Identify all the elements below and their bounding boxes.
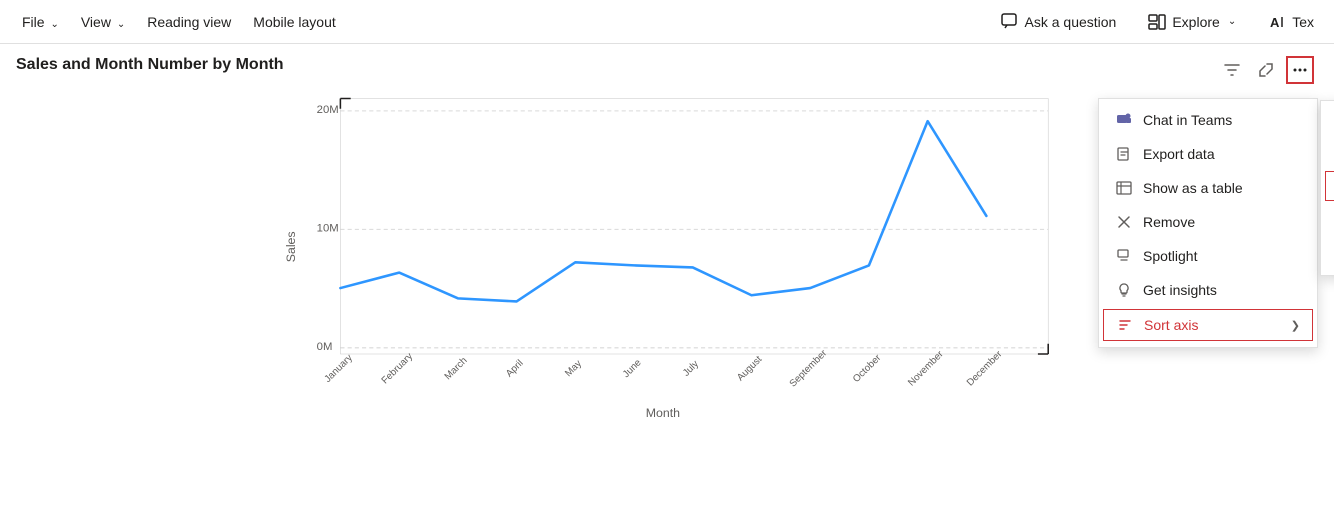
submenu: Month Sales ✓ Month Number Sort descendi… [1320, 100, 1334, 276]
svg-text:February: February [380, 351, 415, 386]
topbar-left: File ⌄ View ⌄ Reading view Mobile layout [12, 10, 989, 34]
filter-icon-button[interactable] [1218, 56, 1246, 84]
svg-text:July: July [681, 359, 701, 379]
submenu-item-month[interactable]: Month [1321, 105, 1334, 137]
menu-view[interactable]: View ⌄ [71, 10, 135, 34]
svg-text:December: December [965, 348, 1005, 388]
ask-question-label: Ask a question [1025, 14, 1117, 30]
submenu-item-sort-desc[interactable]: Sort descending [1321, 203, 1334, 237]
table-icon [1115, 179, 1133, 197]
export-icon [1115, 145, 1133, 163]
expand-icon-button[interactable] [1252, 56, 1280, 84]
svg-text:May: May [563, 358, 584, 379]
svg-text:20M: 20M [317, 104, 339, 116]
topbar: File ⌄ View ⌄ Reading view Mobile layout… [0, 0, 1334, 44]
ask-question-button[interactable]: Ask a question [993, 9, 1125, 35]
menu-item-table[interactable]: Show as a table [1099, 171, 1317, 205]
topbar-right: Ask a question Explore ⌄ A Tex [993, 9, 1323, 35]
menu-table-label: Show as a table [1143, 180, 1301, 196]
menu-mobile-layout[interactable]: Mobile layout [243, 10, 346, 34]
svg-text:September: September [788, 347, 830, 389]
dropdown-menu: Chat in Teams Export data Show as a tabl… [1098, 98, 1318, 348]
menu-chat-label: Chat in Teams [1143, 112, 1301, 128]
teams-icon [1115, 111, 1133, 129]
svg-text:Sales: Sales [284, 231, 298, 262]
svg-text:June: June [621, 357, 644, 380]
sort-axis-icon [1116, 316, 1134, 334]
svg-text:March: March [443, 355, 470, 382]
svg-text:November: November [906, 348, 946, 388]
menu-item-export[interactable]: Export data [1099, 137, 1317, 171]
submenu-item-sort-asc[interactable]: ✓ Sort ascending [1321, 237, 1334, 271]
explore-icon [1148, 13, 1166, 31]
explore-label: Explore [1172, 14, 1219, 30]
menu-file[interactable]: File ⌄ [12, 10, 69, 34]
submenu-item-month-number[interactable]: ✓ Month Number [1325, 171, 1334, 201]
text-button[interactable]: A Tex [1260, 9, 1322, 35]
spotlight-icon [1115, 247, 1133, 265]
remove-icon [1115, 213, 1133, 231]
menu-sort-axis-label: Sort axis [1144, 317, 1281, 333]
svg-text:Month: Month [646, 406, 680, 420]
explore-chevron: ⌄ [1228, 16, 1236, 27]
svg-text:October: October [851, 352, 884, 385]
svg-text:January: January [322, 352, 354, 384]
menu-item-chat[interactable]: Chat in Teams [1099, 103, 1317, 137]
svg-text:August: August [735, 354, 764, 383]
svg-text:10M: 10M [317, 222, 339, 234]
submenu-item-sales[interactable]: Sales [1321, 137, 1334, 169]
menu-insights-label: Get insights [1143, 282, 1301, 298]
menu-item-spotlight[interactable]: Spotlight [1099, 239, 1317, 273]
svg-text:April: April [504, 358, 526, 380]
menu-reading-view[interactable]: Reading view [137, 10, 241, 34]
menu-item-insights[interactable]: Get insights [1099, 273, 1317, 307]
menu-item-remove[interactable]: Remove [1099, 205, 1317, 239]
lightbulb-icon [1115, 281, 1133, 299]
svg-text:0M: 0M [317, 341, 333, 353]
text-label: Tex [1292, 14, 1314, 30]
text-icon: A [1268, 13, 1286, 31]
menu-item-sort-axis[interactable]: Sort axis ❯ Month Sales ✓ Month Number [1103, 309, 1313, 341]
more-options-button[interactable] [1286, 56, 1314, 84]
main-area: Sales and Month Number by Month Sales [0, 44, 1334, 519]
speech-bubble-icon [1001, 13, 1019, 31]
chart-icons [1218, 56, 1314, 84]
svg-text:A: A [1270, 15, 1280, 30]
menu-export-label: Export data [1143, 146, 1301, 162]
explore-button[interactable]: Explore ⌄ [1140, 9, 1244, 35]
menu-remove-label: Remove [1143, 214, 1301, 230]
menu-spotlight-label: Spotlight [1143, 248, 1301, 264]
chart-title: Sales and Month Number by Month [16, 56, 1318, 74]
sort-axis-chevron: ❯ [1291, 319, 1300, 332]
